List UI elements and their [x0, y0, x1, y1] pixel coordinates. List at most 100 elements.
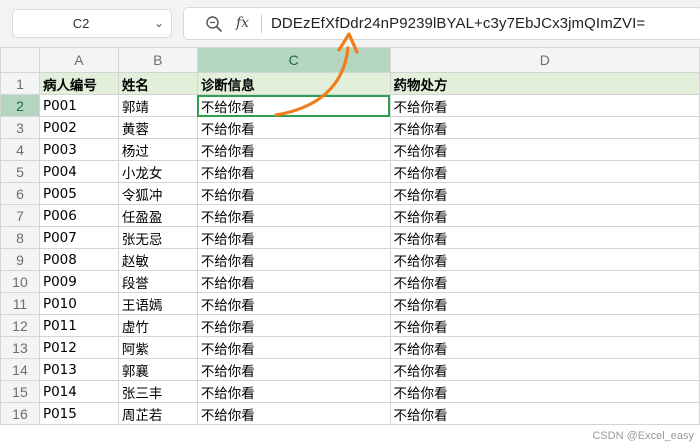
cell-prescription[interactable]: 不给你看	[389, 292, 700, 315]
row-header[interactable]: 5	[0, 160, 40, 183]
row-header[interactable]: 14	[0, 358, 40, 381]
formula-content[interactable]: DDEzEfXfDdr24nP9239lBYAL+c3y7EbJCx3jmQIm…	[271, 8, 645, 39]
row-header[interactable]: 13	[0, 336, 40, 359]
cell-prescription[interactable]: 不给你看	[389, 248, 700, 271]
zoom-icon[interactable]	[204, 14, 224, 34]
active-cell-c2[interactable]: 不给你看	[196, 94, 391, 117]
table-row: 16 P015 周芷若 不给你看 不给你看	[0, 402, 700, 425]
column-header-b[interactable]: B	[117, 47, 198, 73]
header-cell-name[interactable]: 姓名	[117, 72, 198, 95]
cell-patient-id[interactable]: P001	[38, 94, 119, 117]
cell-name[interactable]: 段誉	[117, 270, 198, 293]
cell-name[interactable]: 王语嫣	[117, 292, 198, 315]
table-row: 2 P001 郭靖 不给你看 不给你看	[0, 94, 700, 117]
cell-patient-id[interactable]: P005	[38, 182, 119, 205]
cell-prescription[interactable]: 不给你看	[389, 226, 700, 249]
cell-patient-id[interactable]: P014	[38, 380, 119, 403]
row-header[interactable]: 2	[0, 94, 40, 117]
cell-diagnosis[interactable]: 不给你看	[196, 358, 391, 381]
row-header[interactable]: 10	[0, 270, 40, 293]
cell-prescription[interactable]: 不给你看	[389, 336, 700, 359]
table-row: 10 P009 段誉 不给你看 不给你看	[0, 270, 700, 293]
fx-icon[interactable]: fx	[236, 8, 249, 39]
cell-name[interactable]: 郭靖	[117, 94, 198, 117]
formula-input[interactable]: fx DDEzEfXfDdr24nP9239lBYAL+c3y7EbJCx3jm…	[183, 7, 700, 40]
row-header[interactable]: 3	[0, 116, 40, 139]
row-header[interactable]: 12	[0, 314, 40, 337]
watermark: CSDN @Excel_easy	[592, 430, 694, 442]
header-cell-prescription[interactable]: 药物处方	[389, 72, 700, 95]
cell-diagnosis[interactable]: 不给你看	[196, 402, 391, 425]
cell-name[interactable]: 小龙女	[117, 160, 198, 183]
cell-prescription[interactable]: 不给你看	[389, 380, 700, 403]
cell-diagnosis[interactable]: 不给你看	[196, 336, 391, 359]
row-header[interactable]: 8	[0, 226, 40, 249]
name-box[interactable]: C2 ⌄	[12, 9, 172, 38]
cell-patient-id[interactable]: P002	[38, 116, 119, 139]
cell-diagnosis[interactable]: 不给你看	[196, 270, 391, 293]
header-cell-diagnosis[interactable]: 诊断信息	[196, 72, 391, 95]
cell-diagnosis[interactable]: 不给你看	[196, 116, 391, 139]
cell-prescription[interactable]: 不给你看	[389, 116, 700, 139]
cell-name[interactable]: 令狐冲	[117, 182, 198, 205]
cell-name[interactable]: 张无忌	[117, 226, 198, 249]
spreadsheet-grid: A B C D 1 病人编号 姓名 诊断信息 药物处方 2 P001 郭靖 不给你看不…	[0, 47, 700, 425]
column-header-a[interactable]: A	[38, 47, 119, 73]
cell-diagnosis[interactable]: 不给你看	[196, 314, 391, 337]
cell-prescription[interactable]: 不给你看	[389, 160, 700, 183]
row-header-1[interactable]: 1	[0, 72, 40, 95]
cell-name[interactable]: 虚竹	[117, 314, 198, 337]
select-all-corner[interactable]	[0, 47, 40, 73]
cell-name[interactable]: 赵敏	[117, 248, 198, 271]
table-row: 4 P003 杨过 不给你看 不给你看	[0, 138, 700, 161]
formula-bar: C2 ⌄ fx DDEzEfXfDdr24nP9239lBYAL+c3y7EbJ…	[0, 0, 700, 47]
column-header-c[interactable]: C	[196, 47, 391, 73]
cell-prescription[interactable]: 不给你看	[389, 270, 700, 293]
cell-patient-id[interactable]: P015	[38, 402, 119, 425]
cell-prescription[interactable]: 不给你看	[389, 182, 700, 205]
cell-patient-id[interactable]: P010	[38, 292, 119, 315]
cell-patient-id[interactable]: P003	[38, 138, 119, 161]
table-row: 8 P007 张无忌 不给你看 不给你看	[0, 226, 700, 249]
cell-name[interactable]: 任盈盈	[117, 204, 198, 227]
cell-name[interactable]: 阿紫	[117, 336, 198, 359]
cell-prescription[interactable]: 不给你看	[389, 204, 700, 227]
cell-diagnosis[interactable]: 不给你看	[196, 204, 391, 227]
cell-patient-id[interactable]: P013	[38, 358, 119, 381]
cell-patient-id[interactable]: P004	[38, 160, 119, 183]
cell-diagnosis[interactable]: 不给你看	[196, 138, 391, 161]
row-header[interactable]: 9	[0, 248, 40, 271]
cell-patient-id[interactable]: P012	[38, 336, 119, 359]
cell-patient-id[interactable]: P006	[38, 204, 119, 227]
cell-name[interactable]: 郭襄	[117, 358, 198, 381]
cell-name[interactable]: 张三丰	[117, 380, 198, 403]
cell-prescription[interactable]: 不给你看	[389, 138, 700, 161]
cell-name[interactable]: 黄蓉	[117, 116, 198, 139]
cell-patient-id[interactable]: P011	[38, 314, 119, 337]
row-header[interactable]: 4	[0, 138, 40, 161]
row-header[interactable]: 11	[0, 292, 40, 315]
cell-diagnosis[interactable]: 不给你看	[196, 182, 391, 205]
column-header-d[interactable]: D	[389, 47, 700, 73]
cell-patient-id[interactable]: P009	[38, 270, 119, 293]
column-header-row: A B C D	[0, 47, 700, 73]
cell-prescription[interactable]: 不给你看	[389, 94, 700, 117]
cell-diagnosis[interactable]: 不给你看	[196, 248, 391, 271]
row-header[interactable]: 15	[0, 380, 40, 403]
cell-patient-id[interactable]: P007	[38, 226, 119, 249]
header-cell-patient-id[interactable]: 病人编号	[38, 72, 119, 95]
cell-prescription[interactable]: 不给你看	[389, 402, 700, 425]
chevron-down-icon[interactable]: ⌄	[154, 10, 164, 37]
cell-diagnosis[interactable]: 不给你看	[196, 226, 391, 249]
cell-prescription[interactable]: 不给你看	[389, 314, 700, 337]
row-header[interactable]: 7	[0, 204, 40, 227]
cell-diagnosis[interactable]: 不给你看	[196, 292, 391, 315]
cell-patient-id[interactable]: P008	[38, 248, 119, 271]
cell-diagnosis[interactable]: 不给你看	[196, 160, 391, 183]
cell-name[interactable]: 杨过	[117, 138, 198, 161]
row-header[interactable]: 6	[0, 182, 40, 205]
row-header[interactable]: 16	[0, 402, 40, 425]
cell-prescription[interactable]: 不给你看	[389, 358, 700, 381]
cell-name[interactable]: 周芷若	[117, 402, 198, 425]
cell-diagnosis[interactable]: 不给你看	[196, 380, 391, 403]
